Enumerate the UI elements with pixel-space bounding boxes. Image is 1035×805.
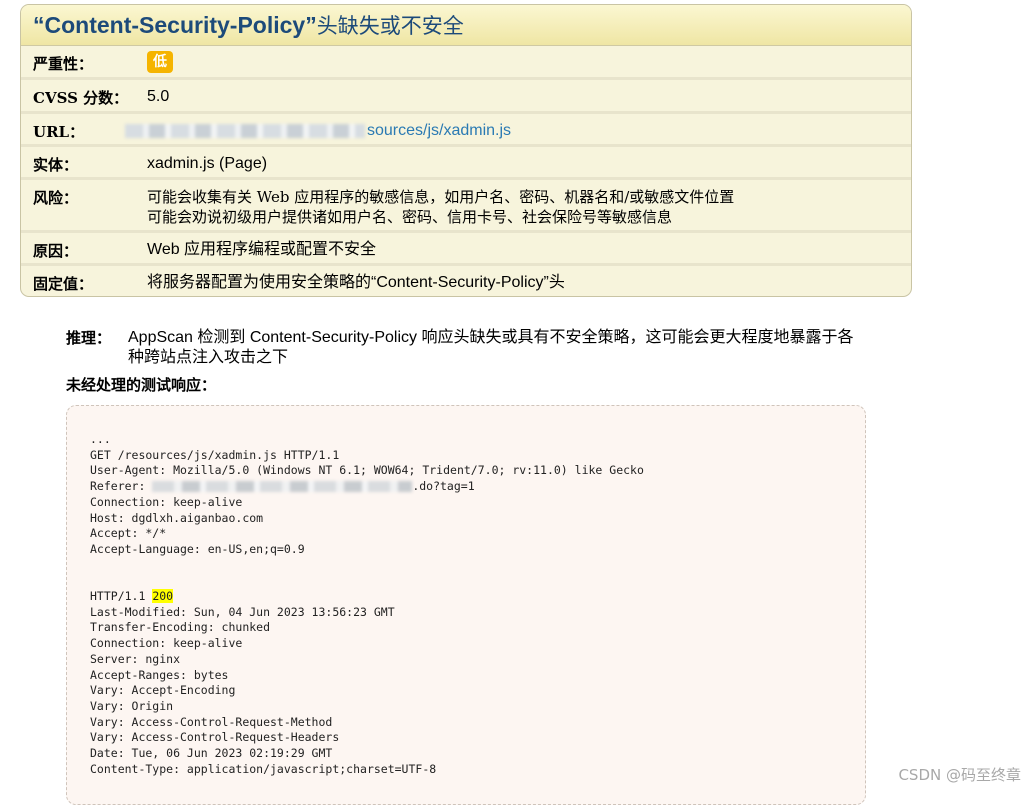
issue-title-suffix: 头缺失或不安全 xyxy=(316,14,464,38)
fix-row: 固定值： 将服务器配置为使用安全策略的“Content-Security-Pol… xyxy=(21,266,911,296)
cvss-row: CVSS 分数： 5.0 xyxy=(21,80,911,114)
response-line: Date: Tue, 06 Jun 2023 02:19:29 GMT xyxy=(90,746,333,761)
response-line: Content-Type: application/javascript;cha… xyxy=(90,761,437,776)
response-line: Vary: Access-Control-Request-Method xyxy=(90,714,333,729)
referer-prefix: Referer: xyxy=(90,479,153,494)
issue-card: “Content-Security-Policy”头缺失或不安全 严重性： 低 … xyxy=(20,4,912,297)
request-line: User-Agent: Mozilla/5.0 (Windows NT 6.1;… xyxy=(90,463,644,478)
raw-response-title: 未经处理的测试响应： xyxy=(66,376,217,394)
cause-value: Web 应用程序编程或配置不安全 xyxy=(147,241,377,258)
raw-response-box: ... GET /resources/js/xadmin.js HTTP/1.1… xyxy=(66,405,866,805)
risk-line-1: 可能会收集有关 Web 应用程序的敏感信息，如用户名、密码、机器名和/或敏感文件… xyxy=(147,188,735,206)
referer-suffix: .do?tag=1 xyxy=(412,479,475,494)
request-line: Host: dgdlxh.aiganbao.com xyxy=(90,510,264,525)
entity-label: 实体： xyxy=(33,156,79,174)
request-line: Accept: */* xyxy=(90,526,167,541)
cvss-label: CVSS 分数： xyxy=(33,89,129,107)
reasoning-label: 推理： xyxy=(66,329,112,347)
risk-label: 风险： xyxy=(33,189,79,207)
cvss-value: 5.0 xyxy=(147,88,170,105)
request-line: ... xyxy=(90,432,111,446)
response-line: Vary: Access-Control-Request-Headers xyxy=(90,730,340,745)
request-line: Connection: keep-alive xyxy=(90,494,243,509)
url-label: URL： xyxy=(33,123,85,141)
url-link[interactable]: sources/js/xadmin.js xyxy=(367,122,511,139)
issue-title: “Content-Security-Policy”头缺失或不安全 xyxy=(21,5,911,46)
severity-badge: 低 xyxy=(147,51,173,73)
response-line: Last-Modified: Sun, 04 Jun 2023 13:56:23… xyxy=(90,604,395,619)
cause-row: 原因： Web 应用程序编程或配置不安全 xyxy=(21,233,911,266)
severity-label: 严重性： xyxy=(33,55,94,73)
response-line: Vary: Origin xyxy=(90,698,174,713)
request-line: Accept-Language: en-US,en;q=0.9 xyxy=(90,541,305,556)
response-line: Server: nginx xyxy=(90,651,181,666)
entity-value: xadmin.js (Page) xyxy=(147,155,268,172)
request-line: GET /resources/js/xadmin.js HTTP/1.1 xyxy=(90,447,340,462)
response-line: Accept-Ranges: bytes xyxy=(90,667,229,682)
response-line: Vary: Accept-Encoding xyxy=(90,683,236,698)
status-code-highlight: 200 xyxy=(152,589,174,604)
risk-line-2: 可能会劝说初级用户提供诸如用户名、密码、信用卡号、社会保险号等敏感信息 xyxy=(147,208,673,226)
severity-row: 严重性： 低 xyxy=(21,46,911,80)
risk-row: 风险： 可能会收集有关 Web 应用程序的敏感信息，如用户名、密码、机器名和/或… xyxy=(21,180,911,233)
status-prefix: HTTP/1.1 xyxy=(90,589,153,604)
redacted-referer-blur xyxy=(152,481,413,493)
fix-value: 将服务器配置为使用安全策略的“Content-Security-Policy”头 xyxy=(147,274,565,291)
response-line: Connection: keep-alive xyxy=(90,636,243,651)
issue-title-header: “Content-Security-Policy” xyxy=(33,12,317,38)
reasoning-text: AppScan 检测到 Content-Security-Policy 响应头缺… xyxy=(128,329,854,366)
raw-response-code: ... GET /resources/js/xadmin.js HTTP/1.1… xyxy=(90,432,644,777)
csdn-watermark: CSDN @码至终章 xyxy=(898,766,1021,784)
fix-label: 固定值： xyxy=(33,275,94,293)
url-row: URL： sources/js/xadmin.js xyxy=(21,114,911,147)
response-line: Transfer-Encoding: chunked xyxy=(90,620,271,635)
cause-label: 原因： xyxy=(33,242,79,260)
redacted-url-blur xyxy=(125,123,365,138)
entity-row: 实体： xadmin.js (Page) xyxy=(21,147,911,180)
